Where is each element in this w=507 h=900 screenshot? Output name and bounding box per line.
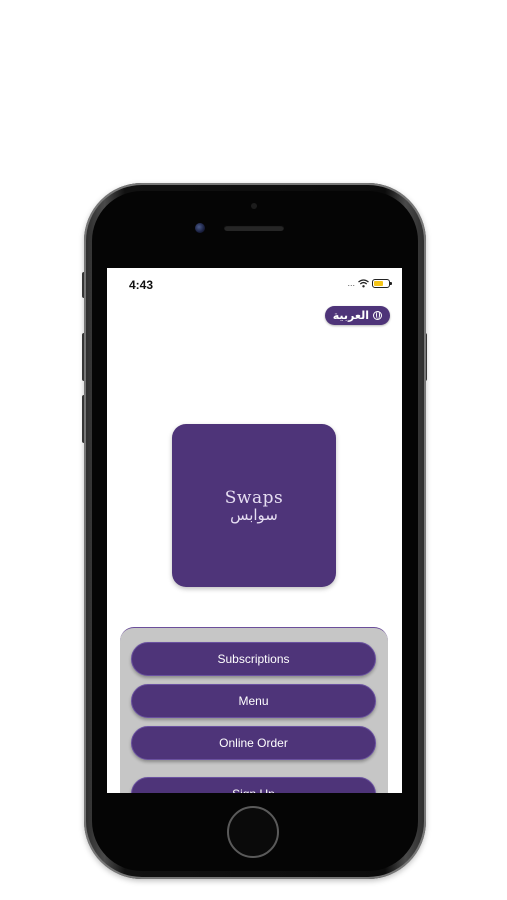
language-label: العربية: [332, 310, 369, 322]
actions-panel: Subscriptions Menu Online Order Sign Up: [120, 627, 388, 793]
status-time: 4:43: [129, 278, 154, 292]
globe-icon: [373, 311, 382, 320]
battery-charging-icon: [372, 278, 392, 288]
logo-text-en: Swaps: [224, 487, 284, 508]
home-button[interactable]: [227, 806, 279, 858]
sign-up-button[interactable]: Sign Up: [131, 777, 376, 793]
earpiece-speaker: [224, 225, 284, 231]
online-order-button[interactable]: Online Order: [131, 726, 376, 760]
language-toggle-button[interactable]: العربية: [324, 306, 390, 325]
proximity-sensor: [251, 203, 257, 209]
front-camera: [195, 223, 205, 233]
menu-button[interactable]: Menu: [131, 684, 376, 718]
app-logo: Swaps سوابس: [172, 424, 336, 587]
stage: 4:43 ... العربية Swaps سوابس Subscriptio…: [0, 0, 507, 900]
signal-dots: ...: [347, 278, 355, 288]
app-screen: 4:43 ... العربية Swaps سوابس Subscriptio…: [107, 268, 402, 793]
status-icons: ...: [347, 278, 392, 288]
wifi-icon: [358, 278, 369, 288]
logo-text-ar: سوابس: [230, 505, 278, 524]
subscriptions-button[interactable]: Subscriptions: [131, 642, 376, 676]
